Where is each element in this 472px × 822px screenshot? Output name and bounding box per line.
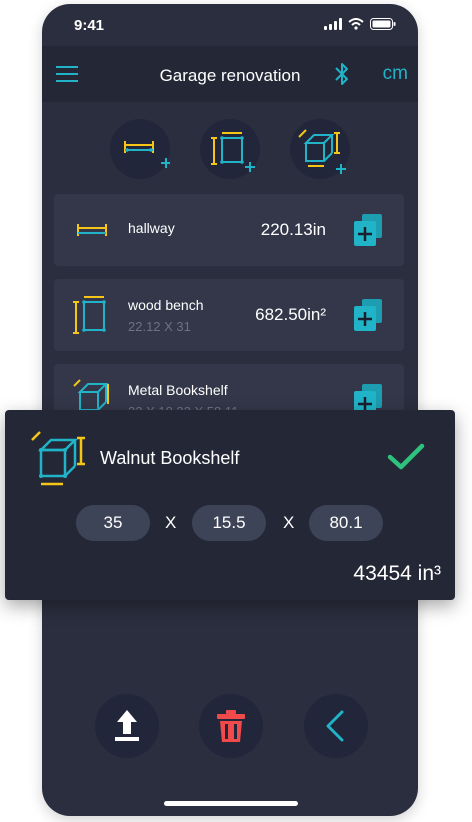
item-name: wood bench <box>128 297 204 313</box>
multiply-sign: X <box>165 513 177 532</box>
volume-result: 43454 in³ <box>353 562 441 585</box>
unit-toggle[interactable]: cm <box>383 63 408 85</box>
list-item[interactable]: hallway 220.13in <box>54 194 404 266</box>
back-chevron-icon <box>326 710 344 742</box>
status-bar: 9:41 <box>42 4 418 46</box>
list-item[interactable]: wood bench 22.12 X 31 682.50in² <box>54 279 404 351</box>
add-area-button[interactable] <box>200 119 260 179</box>
width-input[interactable]: 15.5 <box>192 505 266 541</box>
item-value: 682.50in² <box>255 305 326 324</box>
add-length-icon <box>124 141 170 168</box>
delete-button[interactable] <box>199 694 263 758</box>
status-time: 9:41 <box>74 17 105 34</box>
height-input[interactable]: 80.1 <box>309 505 383 541</box>
confirm-check-icon[interactable] <box>387 442 425 472</box>
wifi-icon <box>348 18 364 30</box>
home-indicator <box>164 801 298 806</box>
length-input[interactable]: 35 <box>76 505 150 541</box>
bluetooth-icon[interactable] <box>332 60 352 88</box>
upload-icon <box>115 710 139 741</box>
multiply-sign: X <box>283 513 295 532</box>
navbar: Garage renovation cm <box>42 46 418 102</box>
add-length-button[interactable] <box>110 119 170 179</box>
duplicate-icon[interactable] <box>354 214 382 246</box>
duplicate-icon[interactable] <box>354 299 382 331</box>
item-value: 220.13in <box>260 220 326 239</box>
volume-icon <box>31 431 85 486</box>
battery-icon <box>370 18 396 30</box>
add-area-icon <box>211 132 255 172</box>
add-volume-button[interactable] <box>290 119 350 179</box>
export-button[interactable] <box>95 694 159 758</box>
length-icon <box>77 224 107 236</box>
area-icon <box>73 296 106 334</box>
trash-icon <box>217 710 245 742</box>
back-button[interactable] <box>304 694 368 758</box>
item-name-field[interactable]: Walnut Bookshelf <box>100 448 239 469</box>
signal-icon <box>324 18 342 30</box>
page-title: Garage renovation <box>159 66 301 85</box>
item-name: Metal Bookshelf <box>128 382 228 398</box>
add-volume-icon <box>298 129 346 174</box>
item-name: hallway <box>128 220 175 236</box>
status-icons <box>324 18 396 30</box>
item-dimensions: 22.12 X 31 <box>128 319 191 334</box>
edit-item-panel: Walnut Bookshelf 35 X 15.5 X 80.1 43454 … <box>5 410 455 600</box>
